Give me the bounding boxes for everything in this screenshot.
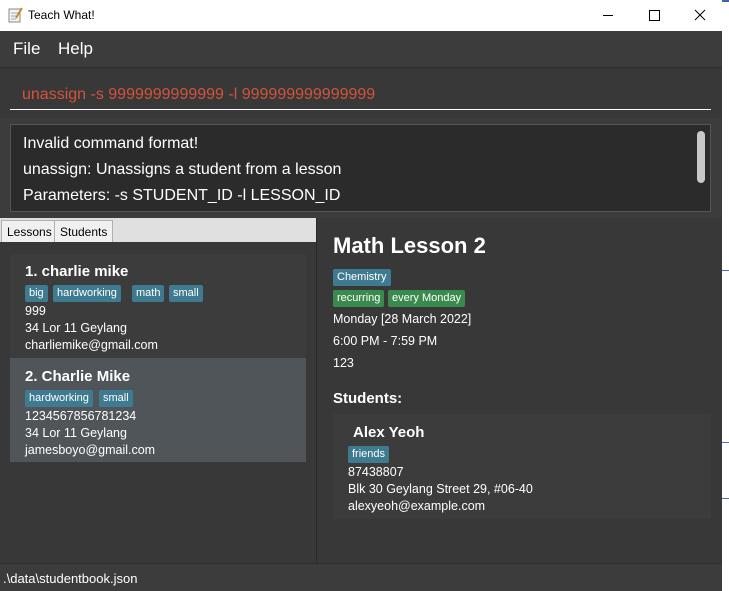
app-window: Teach What! File Help Invalid command fo… [0, 0, 722, 591]
menu-help[interactable]: Help [58, 39, 93, 59]
result-line-2: unassign: Unassigns a student from a les… [23, 161, 342, 178]
background-line [722, 0, 729, 2]
tab-bar: Lessons Students [0, 218, 316, 242]
student-email: alexyeoh@example.com [348, 499, 486, 513]
student-phone: 87438807 [348, 465, 404, 479]
student-name: Alex Yeoh [353, 424, 425, 441]
window-title: Teach What! [28, 8, 95, 22]
background-line [722, 270, 729, 271]
background-line [722, 498, 729, 499]
result-line-3: Parameters: -s STUDENT_ID -l LESSON_ID [23, 187, 341, 204]
background-window-edge [722, 0, 729, 591]
tag-badge: small [99, 390, 133, 407]
tab-students[interactable]: Students [54, 220, 114, 242]
students-heading: Students: [333, 390, 403, 407]
list-item-phone: 999 [25, 304, 46, 318]
tab-lessons[interactable]: Lessons [1, 220, 58, 242]
minimize-icon [603, 15, 613, 16]
lesson-date: Monday [28 March 2022] [333, 312, 472, 326]
list-item[interactable]: 1. charlie mike big hardworking math sma… [10, 254, 306, 358]
list-item-email: charliemike@gmail.com [25, 338, 158, 352]
tag-badge: hardworking [25, 390, 93, 407]
result-scrollbar[interactable] [697, 131, 705, 183]
status-bar: .\data\studentbook.json [0, 563, 722, 591]
recurring-tag: recurring [333, 290, 385, 307]
lesson-id: 123 [333, 356, 354, 370]
tag-badge: math [132, 285, 165, 302]
tag-badge: big [25, 285, 48, 302]
lesson-title: Math Lesson 2 [333, 233, 486, 258]
maximize-button[interactable] [631, 0, 677, 31]
command-input[interactable] [10, 80, 711, 110]
tag-badge: hardworking [53, 285, 121, 302]
menu-bar: File Help [0, 31, 722, 68]
menu-file[interactable]: File [13, 39, 40, 59]
background-line [722, 442, 729, 443]
assigned-student-card[interactable]: Alex Yeoh friends 87438807 Blk 30 Geylan… [333, 414, 711, 519]
result-display: Invalid command format! unassign: Unassi… [10, 124, 711, 212]
list-item-address: 34 Lor 11 Geylang [25, 426, 127, 440]
list-item-title: 2. Charlie Mike [25, 368, 131, 385]
status-file-path: .\data\studentbook.json [3, 571, 138, 586]
maximize-icon [649, 10, 660, 21]
list-item-email: jamesboyo@gmail.com [25, 443, 156, 457]
list-item-phone: 1234567856781234 [25, 409, 137, 423]
student-address: Blk 30 Geylang Street 29, #06-40 [348, 482, 533, 496]
minimize-button[interactable] [585, 0, 631, 31]
list-item-address: 34 Lor 11 Geylang [25, 321, 127, 335]
notepad-icon [8, 7, 23, 23]
lesson-time: 6:00 PM - 7:59 PM [333, 334, 438, 348]
close-icon [694, 9, 706, 21]
result-line-1: Invalid command format! [23, 135, 199, 152]
list-item-selected[interactable]: 2. Charlie Mike hardworking small 123456… [10, 358, 306, 462]
list-item-title: 1. charlie mike [25, 263, 129, 280]
student-tag: friends [348, 446, 390, 463]
recurrence-day-tag: every Monday [388, 290, 466, 307]
title-bar: Teach What! [0, 0, 722, 31]
subject-tag: Chemistry [333, 269, 391, 286]
close-button[interactable] [677, 0, 722, 31]
tag-badge: small [169, 285, 203, 302]
